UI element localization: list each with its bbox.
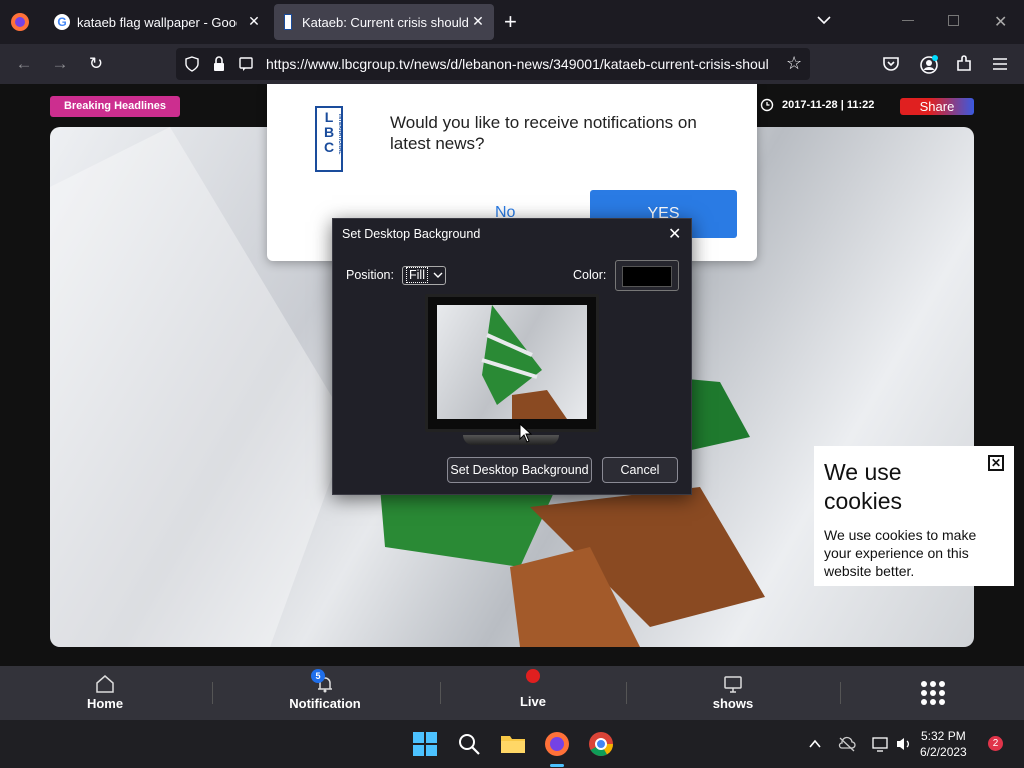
nav-divider — [840, 682, 841, 704]
nav-divider — [626, 682, 627, 704]
position-value: Fill — [406, 267, 428, 283]
grid-menu-icon[interactable] — [920, 680, 946, 711]
tab-close-icon[interactable]: ✕ — [246, 13, 262, 29]
bell-icon — [285, 674, 365, 696]
wallpaper-preview — [437, 305, 587, 419]
forward-arrow-icon[interactable]: → — [48, 52, 72, 76]
list-all-tabs-icon[interactable] — [816, 12, 832, 31]
navigation-bar: ← → ↻ https://www.lbcgroup.tv/news/d/leb… — [0, 44, 1024, 84]
home-icon — [80, 674, 130, 696]
site-bottom-nav: Home 5 Notification Live shows — [0, 666, 1024, 720]
dialog-title: Set Desktop Background — [342, 227, 481, 241]
nav-label: Notification — [289, 696, 361, 711]
mouse-cursor-icon — [519, 422, 533, 448]
nav-divider — [212, 682, 213, 704]
share-button[interactable]: Share — [900, 98, 974, 115]
chevron-down-icon — [433, 268, 443, 285]
nav-label: Home — [86, 696, 124, 711]
lbc-favicon-icon — [284, 14, 292, 30]
nav-label: shows — [712, 696, 754, 711]
file-explorer-icon[interactable] — [500, 731, 526, 757]
nav-shows[interactable]: shows — [708, 674, 758, 711]
tab-close-icon[interactable]: ✕ — [470, 13, 486, 29]
color-picker-button[interactable] — [615, 260, 679, 291]
notification-question: Would you like to receive notifications … — [390, 113, 697, 153]
pocket-icon[interactable] — [882, 56, 900, 77]
nav-live[interactable]: Live — [510, 668, 556, 709]
position-label: Position: — [346, 268, 394, 282]
active-app-indicator — [550, 764, 564, 767]
windows-taskbar: 5:32 PM 6/2/2023 2 — [0, 720, 1024, 768]
account-icon[interactable] — [919, 55, 939, 80]
url-text[interactable]: https://www.lbcgroup.tv/news/d/lebanon-n… — [266, 56, 776, 72]
back-arrow-icon[interactable]: ← — [12, 52, 36, 76]
tab-title: kataeb flag wallpaper - Google — [77, 15, 237, 30]
tab-google-search[interactable]: G kataeb flag wallpaper - Google ✕ — [44, 4, 270, 40]
lbc-logo: LBC INTERNATIONAL — [315, 106, 343, 172]
notification-badge: 5 — [311, 669, 325, 683]
color-swatch — [622, 266, 672, 287]
show-hidden-icons-chevron-icon[interactable] — [808, 737, 822, 756]
volume-icon[interactable] — [895, 736, 913, 757]
system-clock[interactable]: 5:32 PM 6/2/2023 — [920, 728, 967, 760]
cookie-heading: We use cookies — [824, 459, 902, 514]
monitor-icon — [708, 674, 758, 696]
cookie-close-icon[interactable]: ✕ — [988, 455, 1004, 471]
color-label: Color: — [573, 268, 607, 282]
set-desktop-background-button[interactable]: Set Desktop Background — [447, 457, 592, 483]
nav-notification[interactable]: 5 Notification — [285, 669, 365, 711]
clock-time: 5:32 PM — [921, 729, 966, 743]
cookie-text: We use cookies to make your experience o… — [824, 527, 977, 579]
nav-home[interactable]: Home — [80, 674, 130, 711]
lock-icon[interactable] — [212, 56, 226, 77]
search-icon[interactable] — [456, 731, 482, 757]
set-desktop-background-dialog: Set Desktop Background ✕ Position: Fill … — [332, 218, 692, 495]
extensions-icon[interactable] — [955, 55, 973, 78]
windows-start-icon[interactable] — [412, 731, 438, 757]
nav-divider — [440, 682, 441, 704]
tracking-protection-shield-icon[interactable] — [184, 56, 200, 77]
chrome-icon[interactable] — [588, 731, 614, 757]
permissions-icon[interactable] — [238, 56, 254, 77]
nav-label: Live — [519, 694, 546, 709]
article-date: 2017-11-28 | 11:22 — [782, 99, 875, 111]
firefox-icon[interactable] — [544, 731, 570, 757]
monitor-stand — [463, 435, 559, 445]
cancel-button[interactable]: Cancel — [602, 457, 678, 483]
hamburger-menu-icon[interactable] — [992, 57, 1008, 76]
notification-count-badge[interactable]: 2 — [988, 736, 1003, 751]
cookie-banner: We use cookies ✕ We use cookies to make … — [814, 446, 1014, 586]
google-icon: G — [54, 14, 70, 30]
clock-date: 6/2/2023 — [920, 745, 967, 759]
position-select[interactable]: Fill — [402, 266, 446, 285]
breaking-headlines-badge[interactable]: Breaking Headlines — [50, 96, 180, 117]
bookmark-star-icon[interactable]: ☆ — [786, 53, 802, 74]
tab-bar: G kataeb flag wallpaper - Google ✕ Katae… — [0, 0, 1024, 44]
firefox-menu-icon[interactable] — [10, 12, 30, 32]
reload-icon[interactable]: ↻ — [84, 52, 108, 76]
onedrive-offline-icon[interactable] — [838, 736, 856, 757]
restore-button[interactable] — [948, 15, 959, 26]
tab-title: Kataeb: Current crisis should be — [302, 15, 468, 30]
live-dot-icon — [510, 668, 556, 694]
lbc-logo-subtext: INTERNATIONAL — [337, 114, 343, 155]
tab-kataeb-article[interactable]: Kataeb: Current crisis should be ✕ — [274, 4, 494, 40]
monitor-preview — [425, 294, 599, 432]
dialog-close-icon[interactable]: ✕ — [668, 224, 681, 244]
network-icon[interactable] — [871, 736, 889, 757]
close-window-button[interactable]: ✕ — [994, 12, 1007, 32]
clock-icon — [760, 98, 774, 117]
url-bar[interactable]: https://www.lbcgroup.tv/news/d/lebanon-n… — [176, 48, 810, 80]
new-tab-button[interactable]: + — [504, 10, 517, 34]
minimize-button[interactable] — [902, 20, 914, 21]
